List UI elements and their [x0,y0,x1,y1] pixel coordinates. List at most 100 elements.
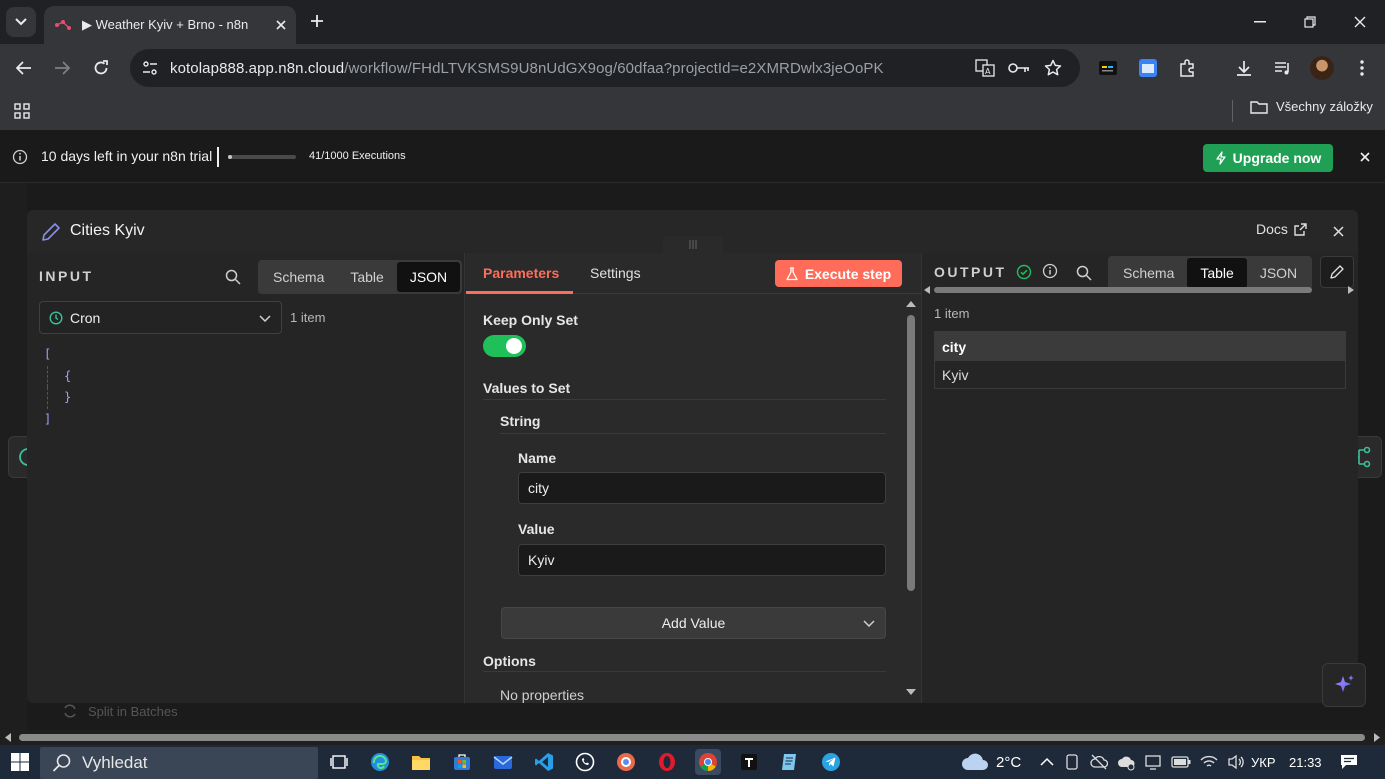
output-tab-json[interactable]: JSON [1247,258,1310,288]
browser-tab-active[interactable]: ▶ Weather Kyiv + Brno - n8n [44,6,296,44]
values-to-set-label: Values to Set [483,380,571,396]
scroll-down-icon[interactable] [906,689,916,695]
value-input[interactable]: Kyiv [518,544,886,576]
edge-app[interactable] [367,749,393,775]
tray-app-icon[interactable] [1063,753,1081,771]
executions-progress-bar [228,155,296,159]
bookmark-star-icon[interactable] [1044,59,1062,77]
extension-1-button[interactable] [1096,56,1120,80]
close-window-button[interactable] [1348,10,1372,34]
new-tab-button[interactable] [304,8,330,34]
name-input[interactable]: city [518,472,886,504]
display-icon[interactable] [1144,753,1162,771]
close-banner-button[interactable] [1356,148,1374,166]
onedrive-icon[interactable] [1117,753,1135,771]
tab-search-button[interactable] [6,7,36,37]
downloads-button[interactable] [1232,56,1256,80]
close-icon [1360,152,1370,162]
scroll-left-icon[interactable] [924,286,930,294]
profile-avatar[interactable] [1310,56,1334,80]
extensions-button[interactable] [1175,56,1199,80]
task-view-button[interactable] [326,749,352,775]
wifi-icon[interactable] [1200,754,1218,770]
string-section-label: String [500,413,541,429]
weather-widget[interactable]: 2°C [960,752,1021,772]
input-tab-schema[interactable]: Schema [260,262,337,292]
notifications-button[interactable] [1338,751,1360,773]
apps-button[interactable] [10,99,34,123]
input-tab-table[interactable]: Table [337,262,396,292]
back-button[interactable] [12,56,36,80]
volume-icon[interactable] [1227,754,1245,770]
node-title[interactable]: Cities Kyiv [70,222,145,240]
docs-link[interactable]: Docs [1256,221,1307,237]
file-explorer-app[interactable] [408,749,434,775]
restore-window-button[interactable] [1298,10,1322,34]
input-source-select[interactable]: Cron [39,301,282,334]
edit-output-button[interactable] [1320,256,1354,288]
output-tab-table[interactable]: Table [1187,258,1247,288]
minimize-window-button[interactable] [1248,10,1272,34]
info-icon [12,149,28,165]
bg-node-split-in-batches[interactable]: Split in Batches [62,703,178,719]
folder-icon [1250,100,1268,114]
extension-2-button[interactable] [1136,56,1160,80]
start-button[interactable] [8,750,32,774]
system-tray [1040,753,1245,771]
tab-settings[interactable]: Settings [590,265,641,281]
telegram-app[interactable] [818,749,844,775]
store-app[interactable] [449,749,475,775]
opera-app[interactable] [654,749,680,775]
site-settings-icon[interactable] [142,60,158,76]
taskbar-search-placeholder: Vyhledat [82,753,148,772]
whatsapp-app[interactable] [572,749,598,775]
grip-icon [689,240,697,249]
key-icon[interactable] [1008,61,1030,75]
page-hscroll-thumb[interactable] [19,734,1365,741]
info-icon[interactable] [1042,263,1058,279]
scroll-left-icon[interactable] [5,733,11,742]
close-tab-icon[interactable] [276,20,286,30]
notion-app[interactable] [736,749,762,775]
search-icon[interactable] [1076,265,1092,281]
ai-assistant-button[interactable] [1322,663,1366,707]
input-tab-json[interactable]: JSON [396,262,461,292]
scroll-up-icon[interactable] [906,301,916,307]
input-source-label: Cron [70,309,101,326]
execute-step-button[interactable]: Execute step [775,260,902,287]
output-tab-schema[interactable]: Schema [1110,258,1187,288]
battery-icon[interactable] [1171,756,1191,768]
forward-button[interactable] [50,56,74,80]
tab-parameters[interactable]: Parameters [483,265,559,281]
reload-button[interactable] [89,56,113,80]
add-value-button[interactable]: Add Value [501,607,886,639]
search-icon[interactable] [225,269,241,285]
divider [483,399,886,400]
divider [500,433,886,434]
vscode-app[interactable] [531,749,557,775]
input-language[interactable]: УКР [1251,755,1276,770]
mail-app[interactable] [490,749,516,775]
browser-menu-button[interactable] [1350,56,1374,80]
flask-icon [786,266,798,280]
media-control-button[interactable] [1271,56,1295,80]
drag-handle[interactable] [663,236,723,253]
output-hscroll-thumb[interactable] [934,287,1312,293]
scroll-right-icon[interactable] [1348,286,1354,294]
close-modal-button[interactable] [1330,223,1346,239]
params-scrollbar-thumb[interactable] [907,315,915,591]
scroll-right-icon[interactable] [1374,733,1380,742]
upgrade-button[interactable]: Upgrade now [1203,144,1333,172]
taskbar-search[interactable]: Vyhledat [40,747,318,779]
translate-icon[interactable]: A [975,59,995,77]
browser-app-2[interactable] [613,749,639,775]
cloud-off-icon[interactable] [1090,753,1108,771]
clock-time[interactable]: 21:33 [1289,755,1322,770]
notes-app[interactable] [777,749,803,775]
address-bar[interactable]: kotolap888.app.n8n.cloud/workflow/FHdLTV… [130,49,1080,87]
chrome-app[interactable] [695,749,721,775]
all-bookmarks-folder[interactable]: Všechny záložky [1250,99,1373,114]
chevron-up-icon[interactable] [1040,757,1054,767]
keep-only-set-toggle[interactable] [483,335,526,357]
weather-temperature: 2°C [996,753,1022,771]
